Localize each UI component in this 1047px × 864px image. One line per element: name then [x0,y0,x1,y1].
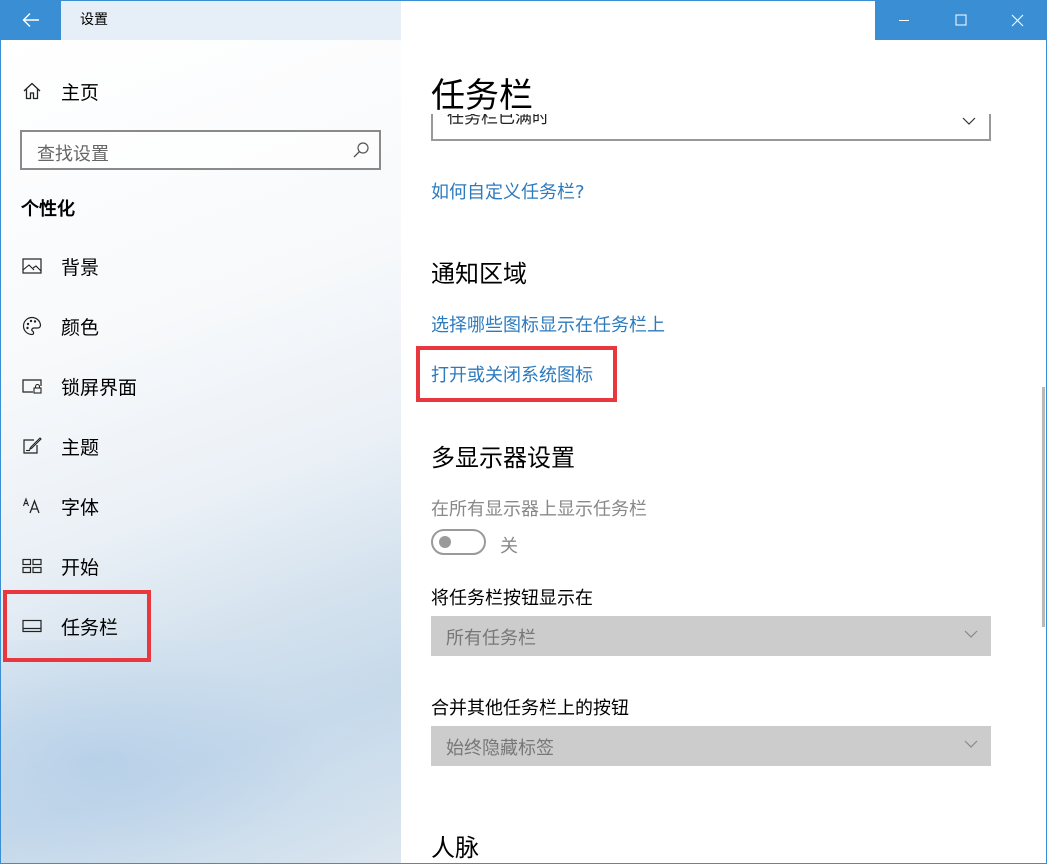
sidebar-item-fonts[interactable]: 字体 [0,486,401,526]
minimize-button[interactable] [875,0,932,40]
main-content: 任务栏 任务栏已满时 如何自定义任务栏? 通知区域 选择哪些图标显示在任务栏上 … [401,40,1047,864]
sidebar-item-colors[interactable]: 颜色 [0,306,401,346]
chevron-down-icon [964,740,978,748]
back-arrow-icon [22,13,39,27]
window-title: 设置 [61,0,401,40]
lock-screen-icon [21,375,43,397]
section-heading: 个性化 [21,199,75,220]
show-all-displays-toggle[interactable] [431,529,486,555]
sidebar-item-label: 字体 [61,496,100,519]
sidebar-item-label: 颜色 [61,316,100,339]
notification-area-heading: 通知区域 [431,260,527,288]
start-tiles-icon [21,555,43,577]
sidebar-item-lock-screen[interactable]: 锁屏界面 [0,366,401,406]
search-placeholder: 查找设置 [37,144,109,165]
sidebar-item-themes[interactable]: 主题 [0,426,401,466]
highlight-box-taskbar [3,590,151,662]
customize-taskbar-link[interactable]: 如何自定义任务栏? [431,178,585,204]
taskbar-full-dropdown[interactable]: 任务栏已满时 [431,114,991,141]
chevron-down-icon [964,630,978,638]
combine-buttons-label: 合并其他任务栏上的按钮 [431,698,629,719]
dropdown-value: 任务栏已满时 [447,114,549,128]
sidebar-item-start[interactable]: 开始 [0,546,401,586]
scrollbar[interactable] [1042,387,1045,627]
theme-brush-icon [21,435,43,457]
close-button[interactable] [989,0,1046,40]
sidebar-item-label: 主页 [61,81,100,104]
sidebar-item-label: 主题 [61,436,100,459]
home-icon [21,80,43,102]
back-button[interactable] [0,0,61,40]
minimize-icon [898,20,909,21]
select-value: 所有任务栏 [446,628,536,649]
search-input[interactable]: 查找设置 [20,130,381,170]
window-controls [875,0,1047,40]
people-heading: 人脉 [431,834,479,862]
select-icons-link[interactable]: 选择哪些图标显示在任务栏上 [431,311,665,337]
title-bar-drag-area[interactable] [401,0,875,40]
show-buttons-on-label: 将任务栏按钮显示在 [431,588,593,609]
close-icon [1011,14,1024,26]
show-buttons-on-select[interactable]: 所有任务栏 [431,616,991,656]
highlight-box-system-icons [416,346,617,402]
toggle-state-label: 关 [500,536,518,557]
palette-icon [21,315,43,337]
show-all-displays-label: 在所有显示器上显示任务栏 [431,499,647,520]
sidebar: 主页 查找设置 个性化 背景 颜色 锁屏界面 主题 字体 开始 任务栏 [0,40,401,864]
sidebar-item-label: 背景 [61,256,100,279]
picture-icon [21,255,43,277]
select-value: 始终隐藏标签 [446,738,554,759]
chevron-down-icon [962,117,976,125]
title-bar: 设置 [0,0,1047,40]
combine-buttons-select[interactable]: 始终隐藏标签 [431,726,991,766]
multiple-displays-heading: 多显示器设置 [431,444,575,472]
page-title: 任务栏 [431,76,533,116]
sidebar-item-label: 开始 [61,556,100,579]
maximize-button[interactable] [932,0,989,40]
font-icon [21,495,43,517]
sidebar-item-home[interactable]: 主页 [0,71,401,111]
sidebar-item-background[interactable]: 背景 [0,246,401,286]
maximize-icon [955,14,966,26]
search-icon [353,142,369,158]
sidebar-item-label: 锁屏界面 [61,376,138,399]
toggle-knob [439,536,451,548]
